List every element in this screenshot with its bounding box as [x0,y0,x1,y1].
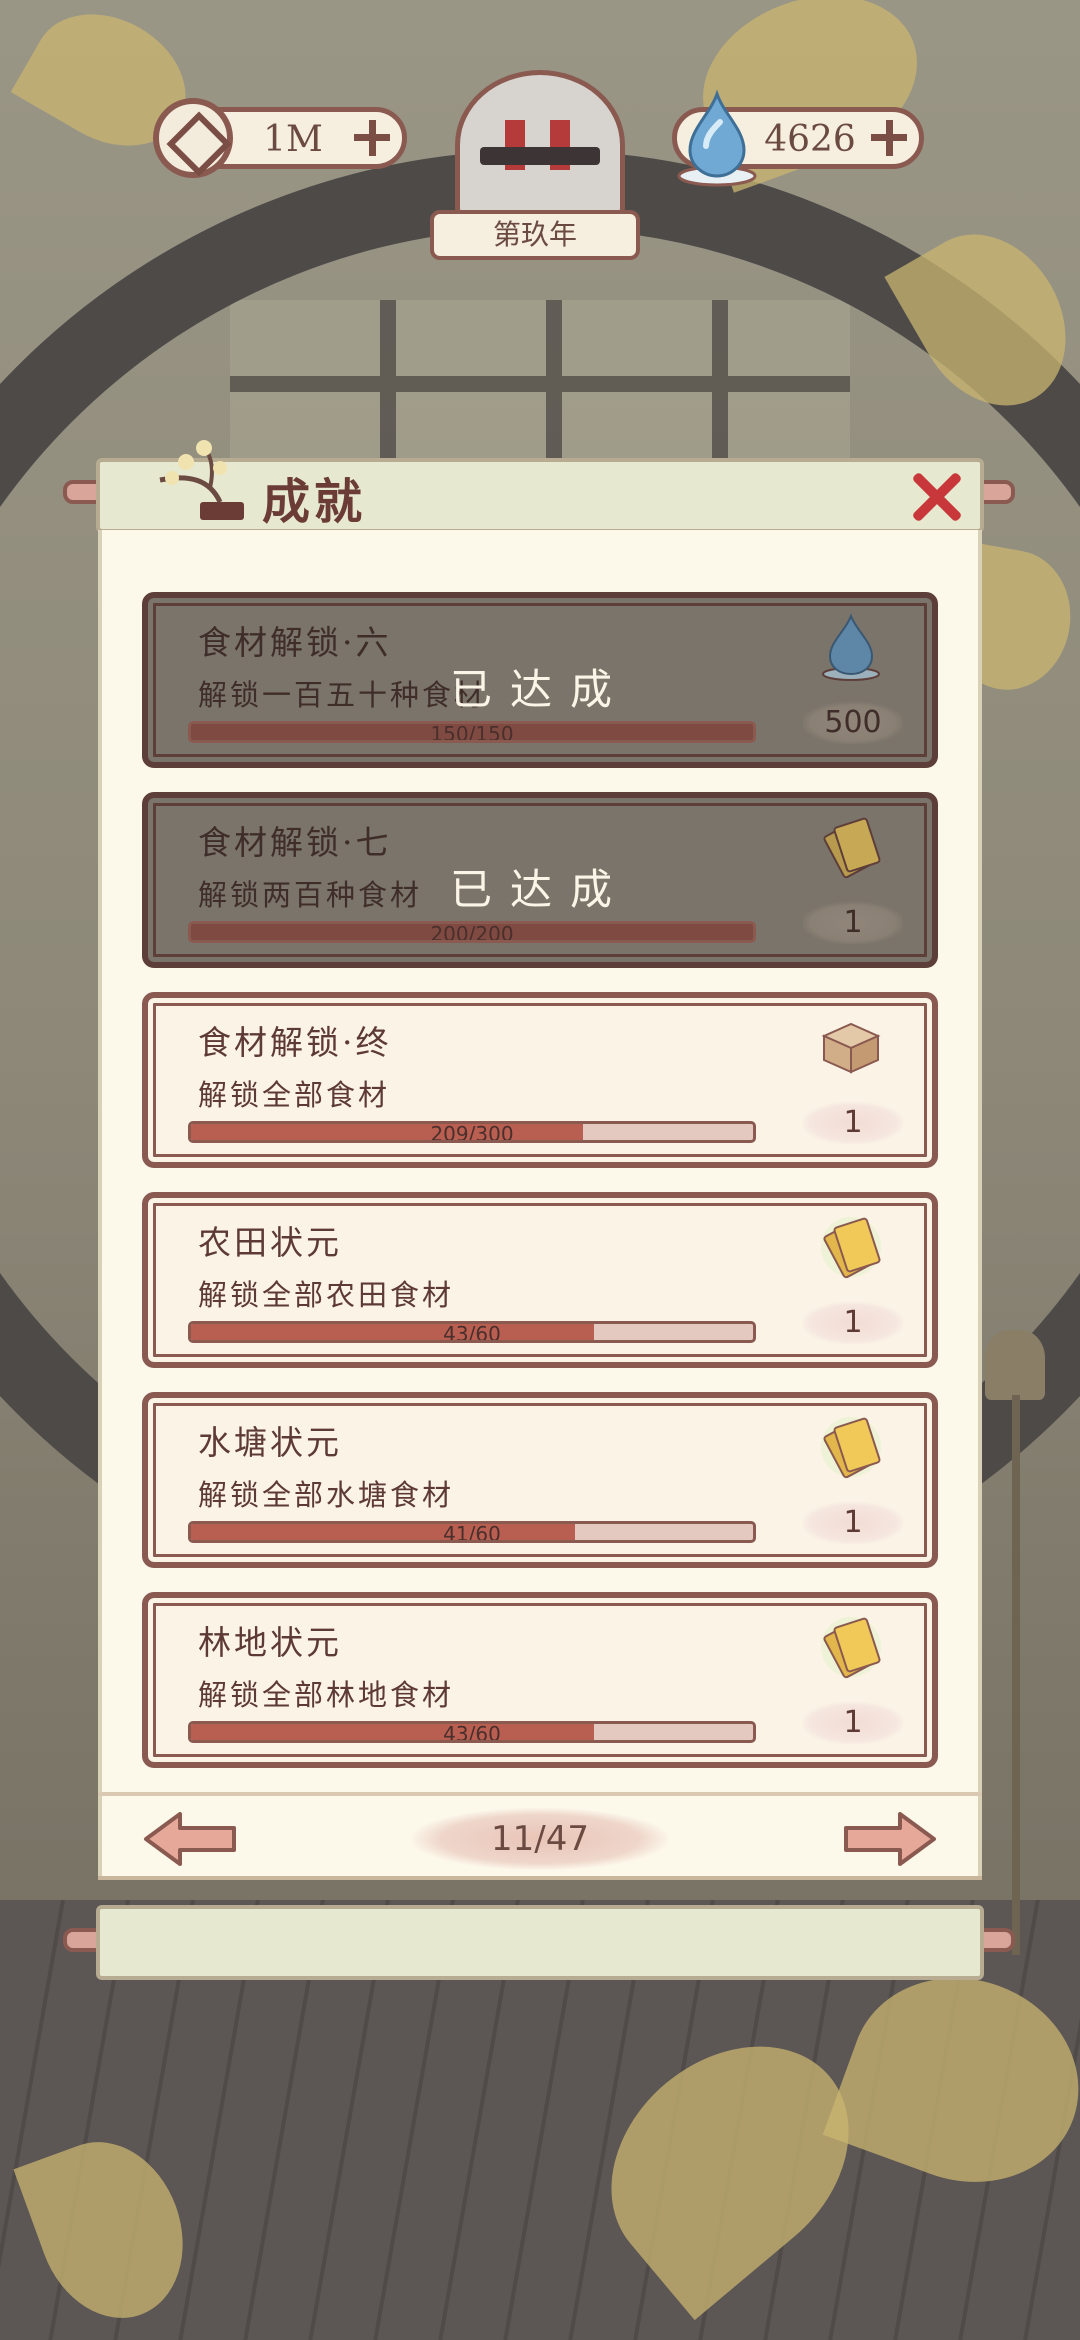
progress-text: 200/200 [430,922,514,943]
progress-text: 43/60 [443,1722,501,1743]
progress-bar: 41/60 [188,1521,756,1543]
progress-bar: 209/300 [188,1121,756,1143]
ticket-icon [821,1617,881,1679]
prev-page-arrow-icon[interactable] [142,1810,238,1868]
ticket-icon [821,1217,881,1279]
scroll-footer [96,1905,984,1980]
panel-title: 成就 [262,474,367,530]
reward-quantity: 1 [803,902,903,944]
completed-label: 已达成 [450,865,631,914]
achievement-card: 食材解锁·终 解锁全部食材 209/300 1 [142,992,938,1168]
progress-bar: 200/200 [188,921,756,943]
page-indicator: 11/47 [412,1808,668,1870]
coin-icon [153,98,233,178]
completed-label: 已达成 [450,665,631,714]
reward-quantity: 1 [803,1502,903,1544]
reward-quantity: 1 [803,1702,903,1744]
lotus-lamp [985,1330,1045,1400]
wooden-box-icon [821,1022,881,1074]
progress-bar: 150/150 [188,721,756,743]
achievement-card: 食材解锁·六 解锁一百五十种食材 已达成 150/150 500 [142,592,938,768]
achievement-card: 农田状元 解锁全部农田食材 43/60 1 [142,1192,938,1368]
close-button[interactable] [910,470,964,524]
water-drop-icon [822,613,880,681]
achievement-card: 林地状元 解锁全部林地食材 43/60 1 [142,1592,938,1768]
achievement-name: 食材解锁·七 [198,823,392,862]
achievement-name: 林地状元 [198,1623,342,1662]
achievement-desc: 解锁全部水塘食材 [198,1478,455,1512]
achievement-desc: 解锁一百五十种食材 [198,678,487,712]
next-page-arrow-icon[interactable] [842,1810,938,1868]
lamp-pole [1012,1395,1020,1955]
ticket-icon [823,817,881,879]
achievement-desc: 解锁全部食材 [198,1078,391,1112]
season-scene-icon[interactable] [455,70,625,220]
coin-value: 1M [263,119,323,160]
reward-quantity: 1 [803,1302,903,1344]
achievement-desc: 解锁两百种食材 [198,878,423,912]
achievement-desc: 解锁全部林地食材 [198,1678,455,1712]
progress-text: 41/60 [443,1522,501,1543]
progress-text: 43/60 [443,1322,501,1343]
water-drop-icon [677,89,757,187]
achievement-name: 食材解锁·六 [198,623,392,662]
achievement-name: 农田状元 [198,1223,342,1262]
add-water-button[interactable] [869,118,909,158]
achievement-name: 水塘状元 [198,1423,342,1462]
achievement-name: 食材解锁·终 [198,1023,392,1062]
progress-bar: 43/60 [188,1721,756,1743]
progress-bar: 43/60 [188,1321,756,1343]
add-coins-button[interactable] [352,118,392,158]
progress-text: 209/300 [430,1122,514,1143]
reward-quantity: 500 [803,702,903,744]
achievement-card: 食材解锁·七 解锁两百种食材 已达成 200/200 1 [142,792,938,968]
bonsai-icon [159,440,244,520]
year-badge: 第玖年 [430,210,640,260]
pager-divider [98,1792,982,1796]
season-roof [480,147,600,165]
ticket-icon [821,1417,881,1479]
achievement-card: 水塘状元 解锁全部水塘食材 41/60 1 [142,1392,938,1568]
panel-bottom-edge [98,1876,982,1880]
progress-text: 150/150 [430,722,514,743]
reward-quantity: 1 [803,1102,903,1144]
achievement-desc: 解锁全部农田食材 [198,1278,455,1312]
